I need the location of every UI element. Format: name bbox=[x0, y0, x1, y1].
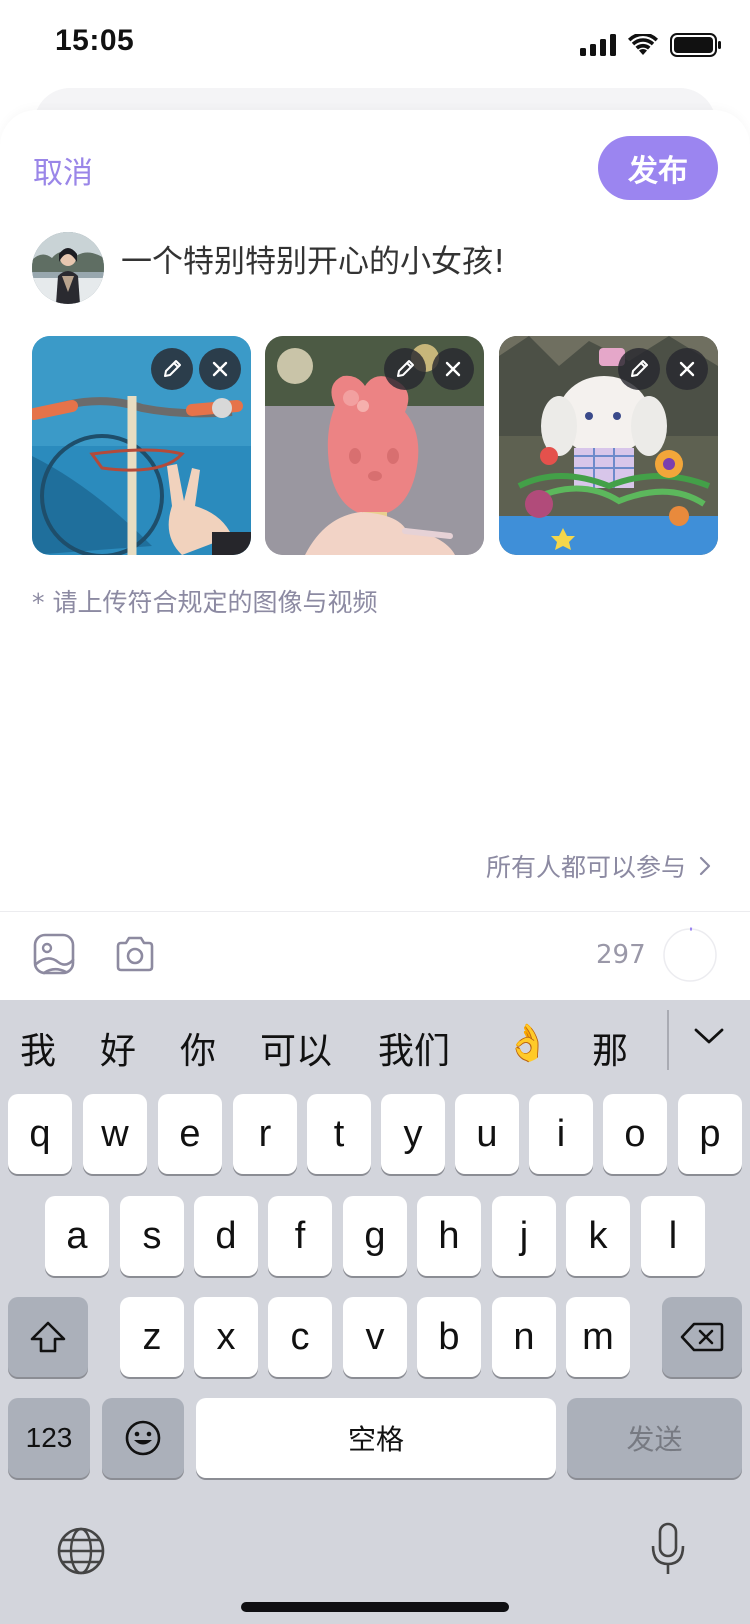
key-i[interactable]: i bbox=[529, 1094, 593, 1174]
candidate-emoji[interactable]: 👌 bbox=[505, 1022, 550, 1064]
avatar[interactable] bbox=[32, 232, 104, 304]
key-v[interactable]: v bbox=[343, 1297, 407, 1377]
emoji-key[interactable] bbox=[102, 1398, 184, 1478]
key-w[interactable]: w bbox=[83, 1094, 147, 1174]
key-b[interactable]: b bbox=[417, 1297, 481, 1377]
signal-icon bbox=[580, 34, 616, 56]
popsicle-photo[interactable] bbox=[265, 336, 484, 555]
candidate-word[interactable]: 我们 bbox=[378, 1022, 450, 1074]
space-key[interactable]: 空格 bbox=[196, 1398, 556, 1478]
shift-icon bbox=[30, 1321, 66, 1353]
keyboard: 我 好 你 可以 我们 👌 那 q w e r t y u i o p a s … bbox=[0, 1000, 750, 1624]
cancel-button[interactable]: 取消 bbox=[33, 148, 93, 192]
key-x[interactable]: x bbox=[194, 1297, 258, 1377]
upload-hint: * 请上传符合规定的图像与视频 bbox=[32, 588, 378, 617]
key-j[interactable]: j bbox=[492, 1196, 556, 1276]
key-k[interactable]: k bbox=[566, 1196, 630, 1276]
wifi-icon bbox=[628, 34, 658, 55]
key-f[interactable]: f bbox=[268, 1196, 332, 1276]
visibility-selector[interactable]: 所有人都可以参与 bbox=[486, 848, 712, 884]
close-icon bbox=[679, 361, 695, 377]
numbers-key[interactable]: 123 bbox=[8, 1398, 90, 1478]
key-u[interactable]: u bbox=[455, 1094, 519, 1174]
visibility-label: 所有人都可以参与 bbox=[485, 853, 686, 882]
backspace-icon bbox=[680, 1322, 724, 1352]
candidate-word[interactable]: 那 bbox=[592, 1022, 628, 1074]
expand-candidates-button[interactable] bbox=[692, 1024, 726, 1052]
compose-toolbar: 297 bbox=[0, 912, 750, 1000]
globe-icon bbox=[57, 1527, 105, 1575]
camera-icon bbox=[116, 936, 154, 972]
key-y[interactable]: y bbox=[381, 1094, 445, 1174]
close-icon bbox=[445, 361, 461, 377]
pencil-icon bbox=[631, 360, 648, 377]
key-q[interactable]: q bbox=[8, 1094, 72, 1174]
key-l[interactable]: l bbox=[641, 1196, 705, 1276]
key-g[interactable]: g bbox=[343, 1196, 407, 1276]
status-bar: 15:05 bbox=[0, 0, 750, 88]
pencil-icon bbox=[164, 360, 181, 377]
publish-button[interactable]: 发布 bbox=[598, 136, 718, 200]
emoji-icon bbox=[125, 1420, 161, 1456]
pencil-icon bbox=[397, 360, 414, 377]
edit-photo-button[interactable] bbox=[384, 348, 426, 390]
bicycle-photo[interactable] bbox=[32, 336, 251, 555]
candidate-word[interactable]: 你 bbox=[180, 1022, 216, 1074]
key-s[interactable]: s bbox=[120, 1196, 184, 1276]
key-p[interactable]: p bbox=[678, 1094, 742, 1174]
candidate-bar: 我 好 你 可以 我们 👌 那 bbox=[0, 1000, 750, 1090]
chevron-right-icon bbox=[699, 856, 711, 876]
key-t[interactable]: t bbox=[307, 1094, 371, 1174]
key-o[interactable]: o bbox=[603, 1094, 667, 1174]
key-h[interactable]: h bbox=[417, 1196, 481, 1276]
microphone-icon bbox=[651, 1522, 685, 1574]
candidate-word[interactable]: 好 bbox=[100, 1022, 136, 1074]
bunny-figure-photo[interactable] bbox=[499, 336, 718, 555]
shift-key[interactable] bbox=[8, 1297, 88, 1377]
send-key[interactable]: 发送 bbox=[567, 1398, 742, 1478]
candidate-separator bbox=[667, 1010, 669, 1070]
chevron-down-icon bbox=[694, 1028, 724, 1044]
remove-photo-button[interactable] bbox=[666, 348, 708, 390]
key-a[interactable]: a bbox=[45, 1196, 109, 1276]
key-n[interactable]: n bbox=[492, 1297, 556, 1377]
image-icon bbox=[33, 933, 75, 975]
key-d[interactable]: d bbox=[194, 1196, 258, 1276]
key-r[interactable]: r bbox=[233, 1094, 297, 1174]
post-text[interactable]: 一个特别特别开心的小女孩! bbox=[121, 236, 505, 281]
add-image-button[interactable] bbox=[32, 932, 76, 980]
key-e[interactable]: e bbox=[158, 1094, 222, 1174]
globe-button[interactable] bbox=[56, 1526, 106, 1580]
battery-icon bbox=[670, 33, 721, 57]
backspace-key[interactable] bbox=[662, 1297, 742, 1377]
remaining-characters: 297 bbox=[596, 940, 646, 970]
key-z[interactable]: z bbox=[120, 1297, 184, 1377]
close-icon bbox=[212, 361, 228, 377]
edit-photo-button[interactable] bbox=[618, 348, 660, 390]
character-progress-ring bbox=[662, 927, 718, 987]
edit-photo-button[interactable] bbox=[151, 348, 193, 390]
remove-photo-button[interactable] bbox=[432, 348, 474, 390]
status-time: 15:05 bbox=[55, 24, 135, 57]
microphone-button[interactable] bbox=[650, 1522, 686, 1582]
candidate-word[interactable]: 可以 bbox=[260, 1022, 332, 1074]
home-indicator bbox=[241, 1602, 509, 1612]
key-m[interactable]: m bbox=[566, 1297, 630, 1377]
status-icons bbox=[580, 30, 722, 60]
candidate-word[interactable]: 我 bbox=[20, 1022, 56, 1074]
key-c[interactable]: c bbox=[268, 1297, 332, 1377]
camera-button[interactable] bbox=[114, 936, 156, 976]
remove-photo-button[interactable] bbox=[199, 348, 241, 390]
